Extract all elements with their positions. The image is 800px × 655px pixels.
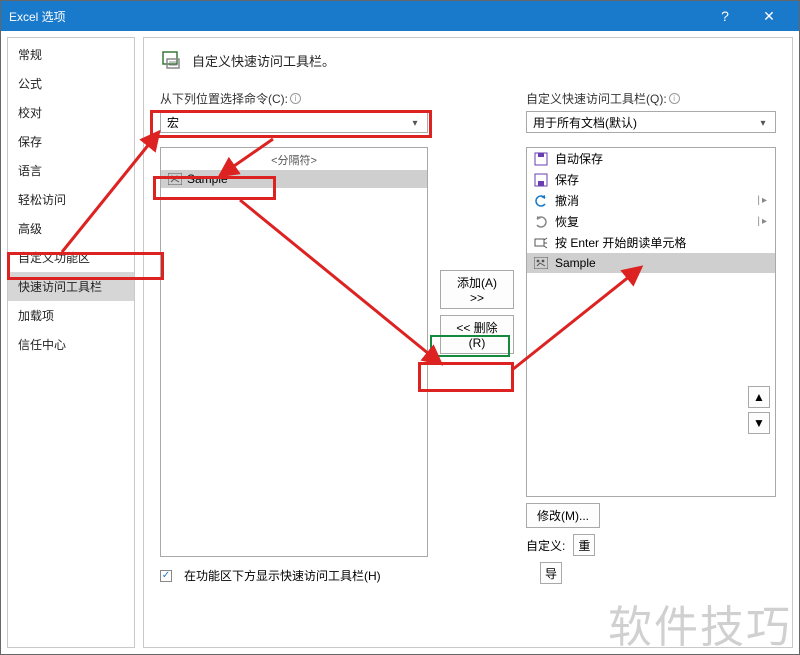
move-down-button[interactable]: ▼ [748,412,770,434]
list-item-label: 自动保存 [555,150,603,167]
info-icon: i [290,93,301,104]
panel-header: 自定义快速访问工具栏。 [160,48,776,72]
main-panel: 自定义快速访问工具栏。 从下列位置选择命令(C): i 宏 ▾ <分隔符> [143,37,793,648]
choose-commands-dropdown[interactable]: 宏 ▾ [160,111,428,133]
close-button[interactable]: ✕ [747,1,791,31]
sidebar-item-trust[interactable]: 信任中心 [8,330,134,359]
modify-button[interactable]: 修改(M)... [526,503,600,528]
sidebar-item-save[interactable]: 保存 [8,127,134,156]
show-below-ribbon-label: 在功能区下方显示快速访问工具栏(H) [184,567,381,584]
middle-column: 添加(A) >> << 删除(R) [440,270,514,354]
titlebar: Excel 选项 ? ✕ [1,1,799,31]
custom-label: 自定义: [526,537,565,554]
remove-button[interactable]: << 删除(R) [440,315,514,354]
list-item-label: 保存 [555,171,579,188]
info-icon: i [669,93,680,104]
add-button[interactable]: 添加(A) >> [440,270,514,309]
qat-item-speak[interactable]: 按 Enter 开始朗读单元格 [527,232,775,253]
separator-icon: |▸ [757,216,769,227]
speak-icon [533,235,549,251]
dialog-body: 常规 公式 校对 保存 语言 轻松访问 高级 自定义功能区 快速访问工具栏 加载… [1,31,799,654]
list-item-label: Sample [555,256,596,270]
reset-button[interactable]: 重 [573,534,595,556]
show-below-ribbon-checkbox[interactable]: ✓ [160,570,172,582]
columns: 从下列位置选择命令(C): i 宏 ▾ <分隔符> Sample [160,90,776,584]
sidebar: 常规 公式 校对 保存 语言 轻松访问 高级 自定义功能区 快速访问工具栏 加载… [7,37,135,648]
sidebar-item-ease[interactable]: 轻松访问 [8,185,134,214]
qat-item-undo[interactable]: 撤消 |▸ [527,190,775,211]
window-title: Excel 选项 [9,8,703,25]
help-button[interactable]: ? [703,1,747,31]
dropdown-value: 宏 [167,114,179,131]
import-export-button[interactable]: 导 [540,562,562,584]
sidebar-item-formulas[interactable]: 公式 [8,69,134,98]
chevron-down-icon: ▾ [407,115,423,131]
list-item-label: 撤消 [555,192,579,209]
autosave-icon [533,151,549,167]
sidebar-item-proofing[interactable]: 校对 [8,98,134,127]
sidebar-item-addins[interactable]: 加载项 [8,301,134,330]
sidebar-item-language[interactable]: 语言 [8,156,134,185]
move-up-button[interactable]: ▲ [748,386,770,408]
sidebar-item-qat[interactable]: 快速访问工具栏 [8,272,134,301]
dropdown-value: 用于所有文档(默认) [533,114,637,131]
left-column: 从下列位置选择命令(C): i 宏 ▾ <分隔符> Sample [160,90,428,584]
qat-listbox[interactable]: 自动保存 保存 撤消 |▸ 恢复 [526,147,776,497]
list-item-label: 按 Enter 开始朗读单元格 [555,234,686,251]
choose-commands-label: 从下列位置选择命令(C): i [160,90,428,107]
qat-item-autosave[interactable]: 自动保存 [527,148,775,169]
redo-icon [533,214,549,230]
list-item-label: Sample [187,172,228,186]
qat-icon [160,48,184,72]
separator-item[interactable]: <分隔符> [161,148,427,170]
sidebar-item-ribbon[interactable]: 自定义功能区 [8,243,134,272]
show-below-ribbon-row: ✓ 在功能区下方显示快速访问工具栏(H) [160,567,428,584]
reorder-buttons: ▲ ▼ [748,386,770,434]
qat-item-redo[interactable]: 恢复 |▸ [527,211,775,232]
commands-listbox[interactable]: <分隔符> Sample [160,147,428,557]
customize-label: 自定义快速访问工具栏(Q): i [526,90,776,107]
right-column: 自定义快速访问工具栏(Q): i 用于所有文档(默认) ▾ 自动保存 [526,90,776,584]
macro-icon [533,255,549,271]
separator-icon: |▸ [757,195,769,206]
undo-icon [533,193,549,209]
qat-item-sample[interactable]: Sample [527,253,775,273]
customize-scope-dropdown[interactable]: 用于所有文档(默认) ▾ [526,111,776,133]
panel-title: 自定义快速访问工具栏。 [192,51,335,70]
custom-row: 自定义: 重 [526,534,776,556]
qat-item-save[interactable]: 保存 [527,169,775,190]
list-item-sample[interactable]: Sample [161,170,427,188]
macro-icon [167,172,183,186]
chevron-down-icon: ▾ [755,115,771,131]
sidebar-item-advanced[interactable]: 高级 [8,214,134,243]
sidebar-item-general[interactable]: 常规 [8,40,134,69]
save-icon [533,172,549,188]
list-item-label: 恢复 [555,213,579,230]
window: Excel 选项 ? ✕ 常规 公式 校对 保存 语言 轻松访问 高级 自定义功… [0,0,800,655]
